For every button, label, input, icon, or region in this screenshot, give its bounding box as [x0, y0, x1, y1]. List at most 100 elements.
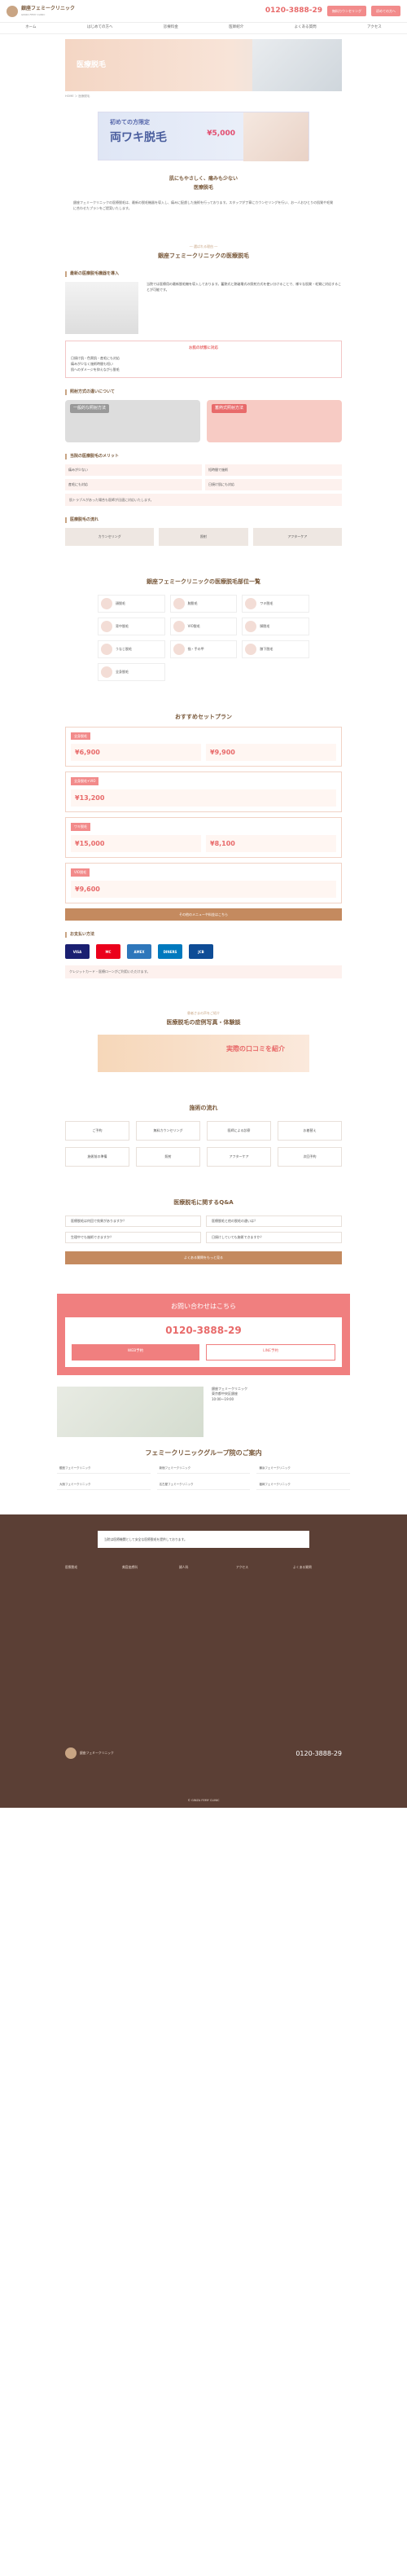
- machine-image: [65, 282, 138, 335]
- faq-section: 医療脱毛に関するQ&A 医療脱毛は何回で効果がありますか？ 医療脱毛と他の脱毛の…: [65, 1199, 342, 1264]
- section-title: 銀座フェミークリニックの医療脱毛部位一覧: [147, 578, 260, 586]
- header-tel[interactable]: 0120-3888-29: [265, 6, 322, 16]
- reasons-section: ― 選ばれる理由 ― 銀座フェミークリニックの医療脱毛 最新の医療脱毛機器を導入…: [65, 244, 342, 547]
- plan-price: ¥8,100: [210, 839, 235, 847]
- logo-text: 銀座フェミークリニック: [21, 6, 76, 12]
- plan-heading: VIO脱毛: [71, 868, 90, 877]
- copyright: © GINZA FEMY CLINIC: [187, 1798, 220, 1802]
- group-item[interactable]: 名古屋フェミークリニック: [156, 1480, 251, 1490]
- access: 銀座フェミークリニック 東京都中央区銀座 10:00〜19:00: [57, 1386, 350, 1437]
- intro-heading-2: 医療脱毛: [193, 184, 213, 191]
- part-icon: [101, 597, 112, 609]
- footer-link[interactable]: 美容皮膚科: [122, 1564, 171, 1571]
- part-item[interactable]: 脚脱毛: [242, 617, 309, 635]
- review-banner[interactable]: 実際の口コミを紹介: [98, 1035, 309, 1073]
- plan-card: 全身脱毛+VIO ¥13,200: [65, 771, 342, 813]
- logo-mark: [7, 5, 18, 17]
- faq-item[interactable]: 医療脱毛は何回で効果がありますか？: [65, 1215, 201, 1227]
- nav-access[interactable]: アクセス: [367, 25, 382, 30]
- counseling-button[interactable]: 無料カウンセリング: [327, 5, 366, 17]
- part-item[interactable]: 膝下脱毛: [242, 640, 309, 658]
- main-nav: ホーム はじめての方へ 診療料金 医師紹介 よくある質問 アクセス: [0, 23, 407, 34]
- flow-step: 次回予約: [278, 1147, 342, 1167]
- first-time-button[interactable]: 初めての方へ: [371, 5, 400, 17]
- plan-heading: 全身脱毛: [71, 732, 90, 741]
- footer-link[interactable]: アクセス: [236, 1564, 285, 1571]
- page-title: 医療脱毛: [77, 61, 107, 69]
- part-item[interactable]: 背中脱毛: [98, 617, 165, 635]
- flow-mini: カウンセリング 照射 アフターケア: [65, 528, 342, 547]
- part-item[interactable]: 腕脱毛: [169, 594, 238, 613]
- merit-item: 痛みが少ない: [65, 464, 202, 476]
- price-more-button[interactable]: その他のメニューや料金はこちら: [65, 908, 342, 921]
- plan-cell: ¥9,600: [71, 880, 336, 898]
- plan-cell: ¥13,200: [71, 789, 336, 807]
- group-item[interactable]: 新宿フェミークリニック: [156, 1464, 251, 1474]
- sub-heading: 最新の医療脱毛機器を導入: [65, 271, 342, 278]
- flow-grid: ご予約 無料カウンセリング 医師による診察 お着替え 施術前の準備 照射 アフタ…: [65, 1121, 342, 1167]
- part-label: うなじ脱毛: [116, 647, 132, 652]
- list-item: 肌へのダメージを抑えながら脱毛: [71, 367, 120, 372]
- faq-item[interactable]: 日焼けしていても施術できますか？: [206, 1232, 342, 1243]
- part-label: VIO脱毛: [187, 624, 200, 629]
- flow-step: 医師による診察: [207, 1121, 271, 1141]
- part-icon: [245, 643, 257, 655]
- merit-item: 短時間で施術: [205, 464, 342, 476]
- nav-home[interactable]: ホーム: [25, 25, 36, 30]
- flow-step: お着替え: [278, 1121, 342, 1141]
- group-item[interactable]: 大阪フェミークリニック: [57, 1480, 151, 1490]
- site-header: 銀座フェミークリニック GINZA FEMY CLINIC 0120-3888-…: [0, 0, 407, 23]
- compare-label: 蓄熱式照射方法: [212, 404, 247, 414]
- nav-doctor[interactable]: 医師紹介: [229, 25, 243, 30]
- list-item: 痛みが少なく施術時間も短い: [71, 361, 113, 366]
- compare-label: 一般的な照射方法: [70, 404, 110, 414]
- note: 肌トラブルがあった場合も医師が迅速に対応いたします。: [65, 493, 342, 507]
- section-title: 医療脱毛の症例写真・体験談: [166, 1018, 241, 1026]
- logo[interactable]: 銀座フェミークリニック GINZA FEMY CLINIC: [7, 5, 104, 17]
- footer-logo[interactable]: 銀座フェミークリニック: [65, 1747, 114, 1759]
- part-icon: [101, 666, 112, 678]
- merit-item: 日焼け肌にも対応: [205, 478, 342, 490]
- part-icon: [245, 597, 257, 609]
- part-item[interactable]: 全身脱毛: [98, 662, 165, 681]
- breadcrumb[interactable]: HOME ＞ 医療脱毛: [65, 95, 342, 99]
- group-item[interactable]: 横浜フェミークリニック: [256, 1464, 350, 1474]
- group-item[interactable]: 銀座フェミークリニック: [57, 1464, 151, 1474]
- parts-grid: 顔脱毛 腕脱毛 ワキ脱毛 背中脱毛 VIO脱毛 脚脱毛 うなじ脱毛 指・手の甲 …: [98, 594, 309, 681]
- footer-box: 当院は医療機関として安全な医療脱毛を提供しております。: [98, 1530, 309, 1548]
- mastercard-icon: MC: [96, 944, 120, 960]
- footer-link[interactable]: 婦人科: [179, 1564, 228, 1571]
- intro: 肌にもやさしく、痛みも少ない 医療脱毛 銀座フェミークリニックの医療脱毛は、最新…: [0, 175, 407, 212]
- faq-more-button[interactable]: よくある質問をもっと見る: [65, 1251, 342, 1264]
- clinic-hours: 10:00〜19:00: [212, 1397, 234, 1402]
- line-reserve-button[interactable]: LINE予約: [206, 1343, 335, 1361]
- footer-link[interactable]: 医療脱毛: [65, 1564, 114, 1571]
- amex-icon: AMEX: [127, 944, 151, 960]
- plan-price: ¥13,200: [75, 794, 105, 802]
- nav-first[interactable]: はじめての方へ: [87, 25, 113, 30]
- faq-item[interactable]: 生理中でも施術できますか？: [65, 1232, 201, 1243]
- footer: 当院は医療機関として安全な医療脱毛を提供しております。 医療脱毛 美容皮膚科 婦…: [0, 1514, 407, 1808]
- campaign-banner[interactable]: 初めての方限定 両ワキ脱毛 ¥5,000: [98, 111, 309, 161]
- footer-link[interactable]: よくある質問: [293, 1564, 342, 1571]
- faq-item[interactable]: 医療脱毛と他の脱毛の違いは？: [206, 1215, 342, 1227]
- web-reserve-button[interactable]: WEB予約: [72, 1343, 199, 1361]
- nav-price[interactable]: 診療料金: [164, 25, 178, 30]
- map[interactable]: [57, 1386, 204, 1437]
- section-label: ― 選ばれる理由 ―: [189, 244, 218, 249]
- part-item[interactable]: 指・手の甲: [169, 640, 238, 658]
- footer-tel[interactable]: 0120-3888-29: [295, 1749, 342, 1758]
- footer-links: 医療脱毛 美容皮膚科 婦人科 アクセス よくある質問: [65, 1564, 342, 1571]
- logo-sub: GINZA FEMY CLINIC: [21, 12, 46, 16]
- part-item[interactable]: 顔脱毛: [98, 594, 165, 613]
- part-item[interactable]: うなじ脱毛: [98, 640, 165, 658]
- group-item[interactable]: 福岡フェミークリニック: [256, 1480, 350, 1490]
- sub-heading: 照射方式の違いについて: [65, 389, 342, 396]
- nav-faq[interactable]: よくある質問: [295, 25, 317, 30]
- compare-general: 一般的な照射方法: [65, 400, 200, 443]
- part-item[interactable]: ワキ脱毛: [242, 594, 309, 613]
- plan-price: ¥15,000: [75, 839, 105, 847]
- contact-tel[interactable]: 0120-3888-29: [72, 1324, 335, 1338]
- section-title: 医療脱毛に関するQ&A: [173, 1199, 234, 1207]
- part-item[interactable]: VIO脱毛: [169, 617, 238, 635]
